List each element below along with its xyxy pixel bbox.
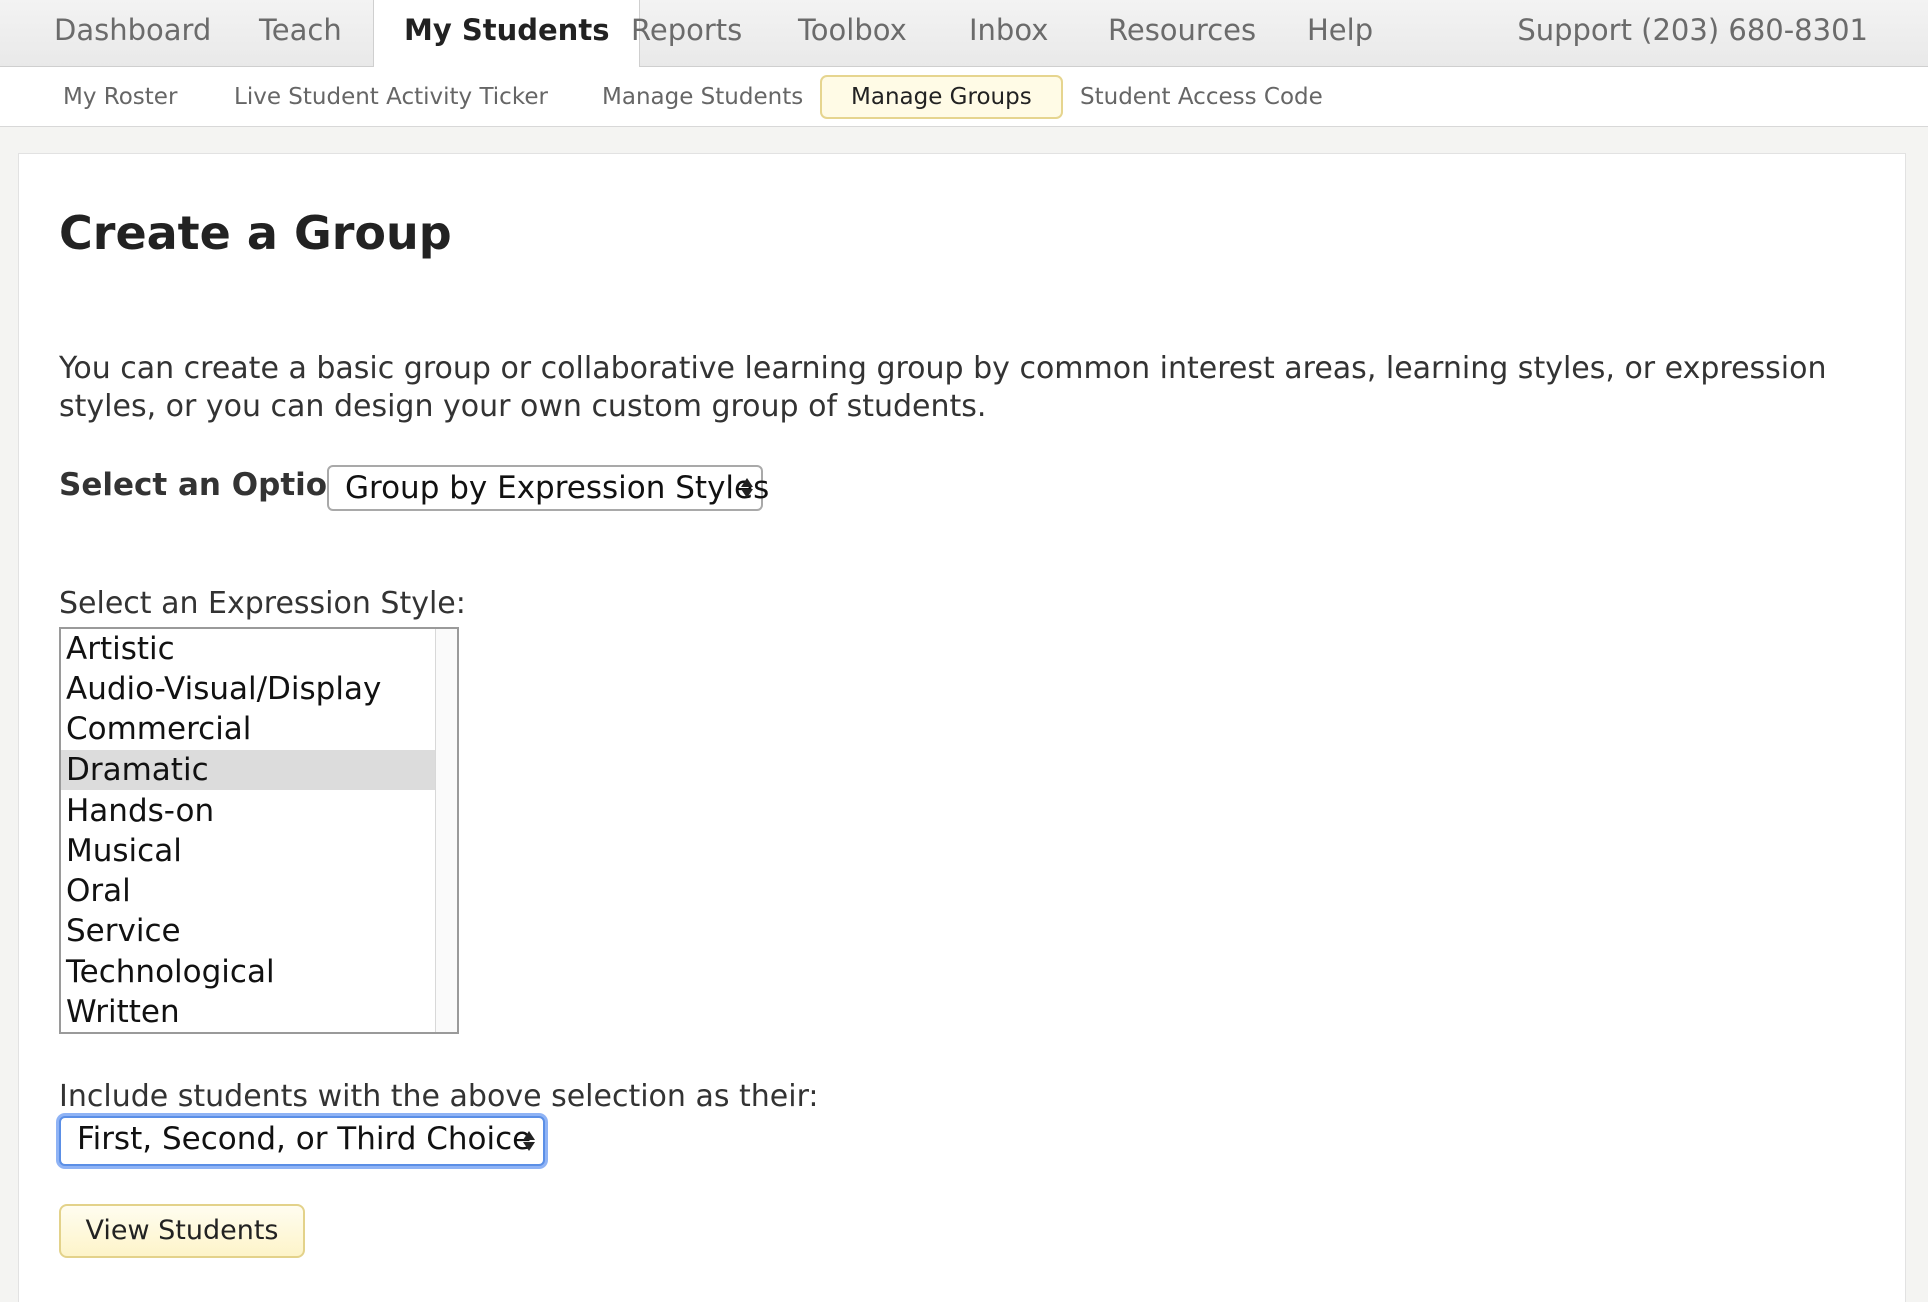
listbox-scrollbar[interactable] (435, 629, 457, 1032)
tab-help[interactable]: Help (1307, 0, 1373, 67)
subnav-my-roster[interactable]: My Roster (63, 75, 177, 119)
choice-rank-value: First, Second, or Third Choice (77, 1121, 532, 1157)
page-description: You can create a basic group or collabor… (59, 351, 1827, 424)
expression-style-label: Select an Expression Style: (59, 586, 466, 621)
updown-arrows-icon (523, 1131, 535, 1151)
updown-arrows-icon (741, 478, 753, 498)
list-item-commercial[interactable]: Commercial (61, 709, 435, 749)
subnav-live-ticker[interactable]: Live Student Activity Ticker (234, 75, 548, 119)
list-item-technological[interactable]: Technological (61, 952, 435, 992)
expression-style-listbox[interactable]: Artistic Audio-Visual/Display Commercial… (59, 627, 459, 1034)
list-item-hands-on[interactable]: Hands-on (61, 791, 435, 831)
subnav-student-access-code[interactable]: Student Access Code (1080, 75, 1323, 119)
list-item-audio-visual[interactable]: Audio-Visual/Display (61, 669, 435, 709)
list-item-artistic[interactable]: Artistic (61, 629, 435, 669)
list-item-dramatic[interactable]: Dramatic (61, 750, 435, 790)
list-item-written[interactable]: Written (61, 992, 435, 1032)
subnav-manage-groups[interactable]: Manage Groups (820, 75, 1063, 119)
support-phone: Support (203) 680-8301 (1517, 13, 1868, 47)
tab-my-students[interactable]: My Students (373, 0, 641, 68)
create-group-panel: Create a Group You can create a basic gr… (18, 153, 1906, 1302)
group-option-value: Group by Expression Styles (345, 470, 770, 506)
include-label: Include students with the above selectio… (59, 1079, 819, 1114)
tab-inbox[interactable]: Inbox (969, 0, 1048, 67)
sub-nav: My Roster Live Student Activity Ticker M… (0, 67, 1928, 127)
list-item-musical[interactable]: Musical (61, 831, 435, 871)
view-students-button[interactable]: View Students (59, 1204, 305, 1258)
list-item-service[interactable]: Service (61, 911, 435, 951)
page-title: Create a Group (59, 206, 452, 260)
subnav-manage-students[interactable]: Manage Students (602, 75, 803, 119)
choice-rank-select[interactable]: First, Second, or Third Choice (59, 1116, 545, 1166)
tab-reports[interactable]: Reports (631, 0, 742, 67)
top-nav: Dashboard Teach My Students Reports Tool… (0, 0, 1928, 68)
tab-teach[interactable]: Teach (259, 0, 342, 67)
tab-dashboard[interactable]: Dashboard (54, 0, 211, 67)
tab-toolbox[interactable]: Toolbox (798, 0, 907, 67)
option-label: Select an Option: (59, 467, 362, 503)
tab-resources[interactable]: Resources (1108, 0, 1256, 67)
list-item-oral[interactable]: Oral (61, 871, 435, 911)
group-option-select[interactable]: Group by Expression Styles (327, 465, 769, 511)
